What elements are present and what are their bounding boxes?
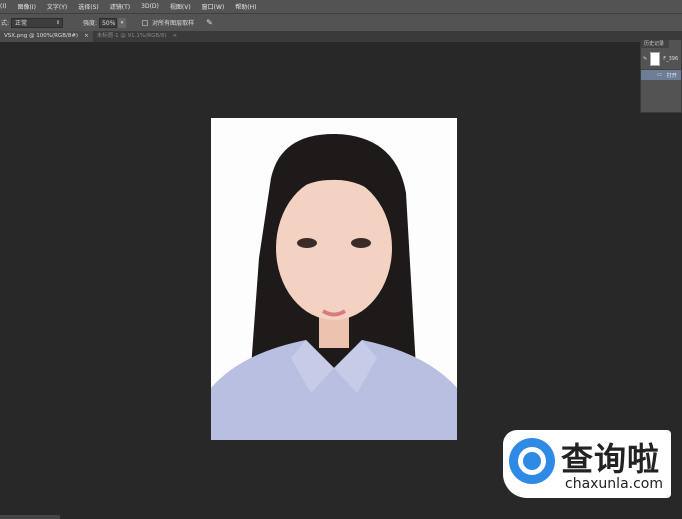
tab-untitled[interactable]: 未标题-1 @ 91.1%(RGB/8) × bbox=[93, 31, 182, 42]
snapshot-thumbnail bbox=[650, 51, 661, 66]
pressure-brush-icon[interactable]: ✎ bbox=[206, 18, 213, 27]
tab-label: VSX.png @ 100%(RGB/8#) bbox=[4, 33, 79, 39]
portrait-image bbox=[211, 133, 457, 440]
menu-item-view[interactable]: 视图(V) bbox=[170, 2, 191, 11]
watermark: 查询啦 chaxunla.com bbox=[503, 430, 671, 498]
close-icon[interactable]: × bbox=[84, 31, 89, 42]
sample-all-label: 对所有图层取样 bbox=[152, 20, 195, 27]
options-bar: 式: 正常 强度: 50% ▾ 对所有图层取样 ✎ bbox=[0, 14, 682, 31]
tab-label: 未标题-1 @ 91.1%(RGB/8) bbox=[96, 33, 167, 39]
history-step-open[interactable]: ▭ 打开 bbox=[641, 70, 681, 80]
menu-bar: (I) 图像(I) 文字(Y) 选择(S) 滤镜(T) 3D(D) 视图(V) … bbox=[0, 0, 682, 14]
history-snapshot[interactable]: ✎ F_396 bbox=[641, 48, 681, 70]
close-icon[interactable]: × bbox=[173, 31, 178, 42]
menu-item-select[interactable]: 选择(S) bbox=[78, 2, 99, 11]
menu-item-help[interactable]: 帮助(H) bbox=[235, 2, 256, 11]
snapshot-label: F_396 bbox=[663, 55, 679, 62]
strength-input[interactable]: 50% bbox=[99, 17, 118, 28]
menu-item-image[interactable]: 图像(I) bbox=[17, 2, 35, 11]
watermark-cn: 查询啦 bbox=[561, 440, 661, 478]
search-logo-icon bbox=[509, 438, 555, 484]
menu-item-partial[interactable]: (I) bbox=[0, 3, 6, 10]
document-icon: ▭ bbox=[657, 72, 662, 78]
menu-item-3d[interactable]: 3D(D) bbox=[141, 3, 159, 10]
history-panel: 历史记录 ✎ F_396 ▭ 打开 bbox=[640, 39, 682, 113]
menu-item-type[interactable]: 文字(Y) bbox=[47, 2, 67, 11]
tab-vsx[interactable]: VSX.png @ 100%(RGB/8#) × bbox=[0, 31, 93, 42]
strength-dropdown[interactable]: ▾ bbox=[118, 17, 127, 28]
status-bar-edge bbox=[0, 515, 60, 519]
strength-label: 强度: bbox=[83, 20, 98, 27]
menu-item-window[interactable]: 窗口(W) bbox=[202, 2, 225, 11]
mode-select[interactable]: 正常 bbox=[11, 17, 64, 28]
history-step-label: 打开 bbox=[666, 72, 677, 79]
canvas-photo[interactable] bbox=[211, 118, 457, 440]
document-tabs: VSX.png @ 100%(RGB/8#) × 未标题-1 @ 91.1%(R… bbox=[0, 31, 682, 42]
sample-all-checkbox[interactable] bbox=[142, 19, 149, 26]
mode-label: 式: bbox=[1, 20, 10, 27]
watermark-en: chaxunla.com bbox=[565, 476, 663, 492]
menu-item-filter[interactable]: 滤镜(T) bbox=[110, 2, 130, 11]
history-panel-title[interactable]: 历史记录 bbox=[641, 40, 669, 48]
brush-source-icon[interactable]: ✎ bbox=[643, 56, 647, 62]
